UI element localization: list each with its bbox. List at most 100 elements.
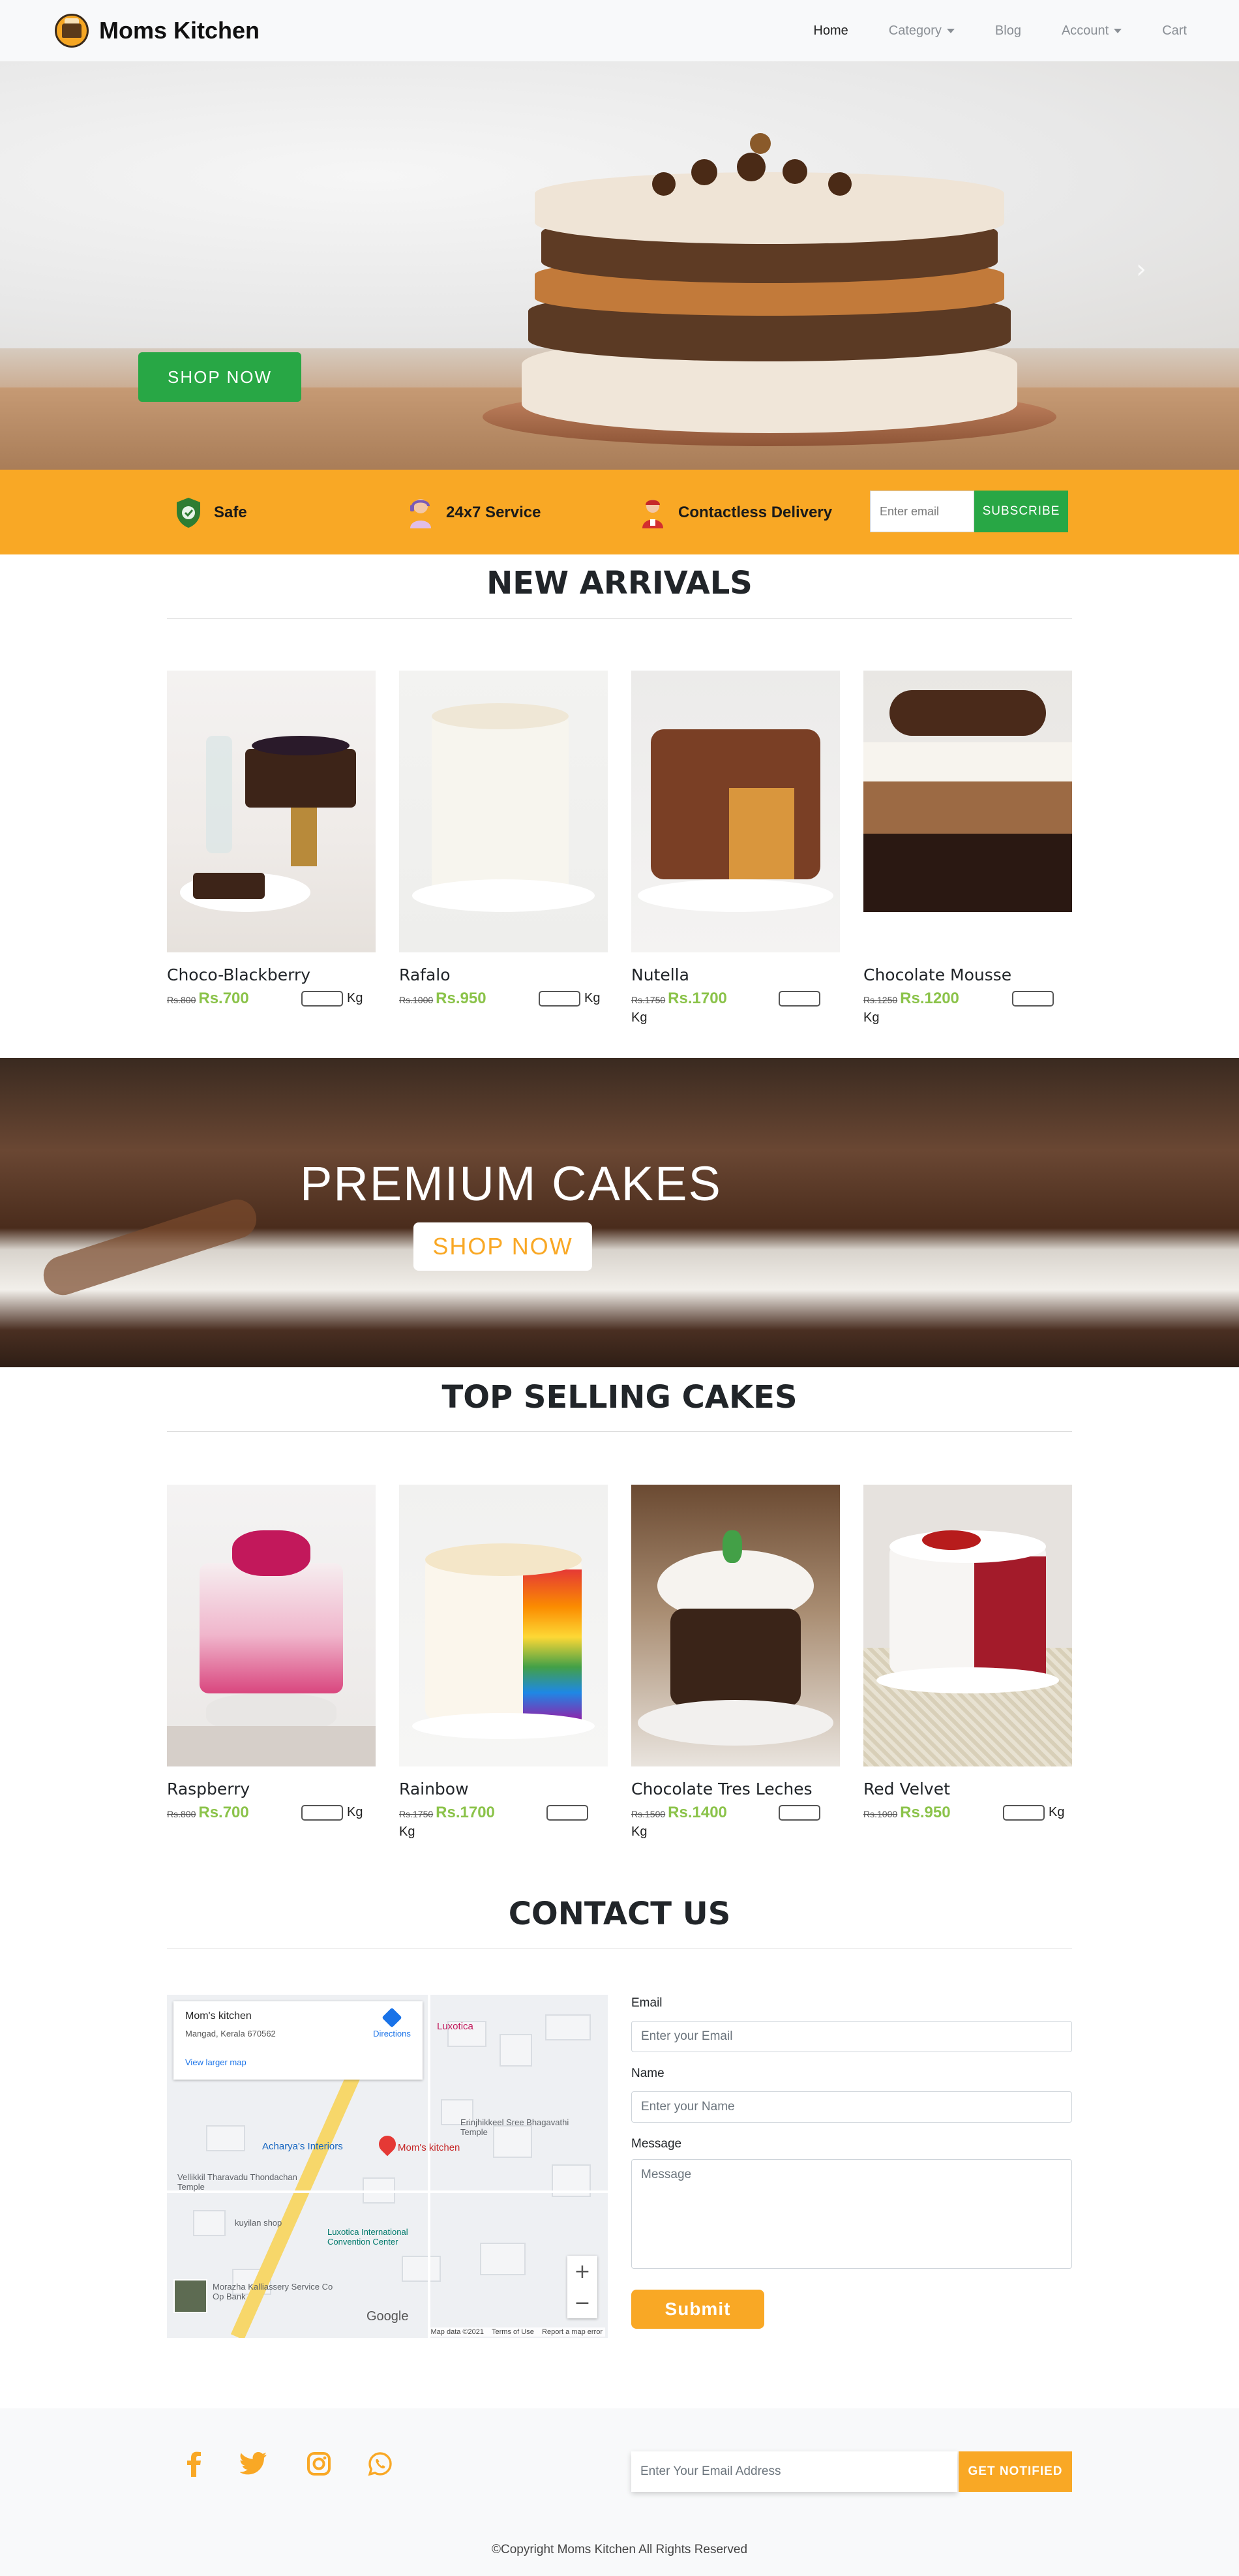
old-price: Rs.1750: [399, 1809, 434, 1819]
product-image[interactable]: [167, 671, 376, 952]
view-larger-map-link[interactable]: View larger map: [185, 2057, 246, 2067]
nav-cart[interactable]: Cart: [1162, 23, 1187, 38]
directions-button[interactable]: Directions: [369, 2007, 415, 2038]
map-label: Vellikkil Tharavadu Thondachan Temple: [177, 2172, 297, 2192]
price-row: Rs.1500 Rs.1400 Kg: [631, 1804, 840, 1839]
product-card[interactable]: Nutella Rs.1750 Rs.1700 Kg: [631, 671, 840, 1025]
twitter-icon[interactable]: [237, 2447, 270, 2480]
unit-label: Kg: [399, 1825, 415, 1839]
new-arrivals-title: NEW ARRIVALS: [486, 565, 753, 601]
quantity-input[interactable]: [301, 1805, 343, 1821]
quantity-input[interactable]: [779, 991, 820, 1007]
product-name: Chocolate Mousse: [863, 965, 1012, 984]
get-notified-button[interactable]: GET NOTIFIED: [959, 2451, 1072, 2492]
nav-account[interactable]: Account: [1062, 23, 1122, 38]
zoom-out-button[interactable]: −: [567, 2287, 597, 2318]
message-field[interactable]: Message: [631, 2159, 1072, 2269]
subscribe-button[interactable]: SUBSCRIBE: [974, 491, 1068, 532]
brand[interactable]: Moms Kitchen: [55, 13, 260, 48]
nav-cart-label: Cart: [1162, 23, 1187, 38]
price-row: Rs.1750 Rs.1700 Kg: [399, 1804, 608, 1839]
feature-safe: Safe: [172, 493, 247, 532]
name-placeholder: Enter your Name: [641, 2100, 735, 2114]
shield-check-icon: [172, 496, 205, 529]
price: Rs.950: [900, 1804, 951, 1821]
unit-label: Kg: [631, 1010, 648, 1025]
quantity-input[interactable]: [1003, 1805, 1045, 1821]
whatsapp-icon[interactable]: [364, 2447, 396, 2480]
product-image[interactable]: [399, 1485, 608, 1766]
quantity-input[interactable]: [539, 991, 580, 1007]
terms-link[interactable]: Terms of Use: [492, 2328, 534, 2336]
map-label: Acharya's Interiors: [262, 2141, 343, 2152]
product-card[interactable]: Rafalo Rs.1000 Rs.950 Kg: [399, 671, 608, 1009]
name-field[interactable]: Enter your Name: [631, 2091, 1072, 2123]
name-label: Name: [631, 2067, 664, 2080]
quantity-input[interactable]: [779, 1805, 820, 1821]
report-map-error-link[interactable]: Report a map error: [542, 2328, 603, 2336]
premium-title: PREMIUM CAKES: [300, 1157, 722, 1211]
nav-blog[interactable]: Blog: [995, 23, 1021, 38]
feature-delivery: Contactless Delivery: [636, 493, 832, 532]
product-card[interactable]: Choco-Blackberry Rs.800 Rs.700 Kg: [167, 671, 376, 1009]
quantity-input[interactable]: [301, 991, 343, 1007]
nav-home[interactable]: Home: [813, 23, 848, 38]
instagram-icon[interactable]: [303, 2447, 335, 2480]
hazelnut: [783, 159, 807, 184]
facebook-icon[interactable]: [177, 2447, 210, 2480]
nav-category[interactable]: Category: [889, 23, 955, 38]
chevron-right-icon[interactable]: ›: [1136, 254, 1146, 284]
message-label: Message: [631, 2137, 682, 2151]
old-price: Rs.1000: [399, 995, 434, 1005]
quantity-input[interactable]: [546, 1805, 588, 1821]
message-placeholder: Message: [641, 2168, 692, 2181]
product-image[interactable]: [863, 1485, 1072, 1766]
product-image[interactable]: [399, 671, 608, 952]
zoom-in-button[interactable]: +: [567, 2256, 597, 2287]
map-pin-icon[interactable]: [375, 2132, 400, 2157]
product-name: Rainbow: [399, 1780, 469, 1798]
nav-home-label: Home: [813, 23, 848, 38]
quantity-input[interactable]: [1012, 991, 1054, 1007]
email-field[interactable]: Enter your Email: [631, 2021, 1072, 2052]
nav-links: Home Category Blog Account Cart: [773, 0, 1187, 61]
price-row: Rs.800 Rs.700 Kg: [167, 990, 376, 1009]
unit-label: Kg: [584, 991, 601, 1005]
unit-label: Kg: [863, 1010, 880, 1025]
map-data-label: Map data ©2021: [430, 2328, 485, 2336]
product-image[interactable]: [863, 671, 1072, 952]
subscribe-email-input[interactable]: Enter email: [870, 491, 974, 532]
copyright-text: ©Copyright Moms Kitchen All Rights Reser…: [491, 2543, 748, 2556]
nav-category-label: Category: [888, 23, 942, 38]
price: Rs.1200: [900, 990, 959, 1007]
section-divider: [167, 618, 1072, 619]
price-row: Rs.1750 Rs.1700 Kg: [631, 990, 840, 1025]
brand-name: Moms Kitchen: [99, 17, 260, 44]
submit-button[interactable]: Submit: [631, 2290, 764, 2329]
map-label: Luxotica: [437, 2021, 473, 2032]
top-selling-title: TOP SELLING CAKES: [441, 1379, 798, 1416]
product-card[interactable]: Red Velvet Rs.1000 Rs.950 Kg: [863, 1485, 1072, 1823]
satellite-toggle[interactable]: [173, 2279, 207, 2313]
feature-service: 24x7 Service: [404, 493, 541, 532]
product-image[interactable]: [631, 671, 840, 952]
premium-shop-now-button[interactable]: SHOP NOW: [413, 1222, 592, 1271]
contact-title: CONTACT US: [508, 1896, 731, 1932]
product-card[interactable]: Chocolate Tres Leches Rs.1500 Rs.1400 Kg: [631, 1485, 840, 1839]
unit-label: Kg: [347, 991, 363, 1005]
google-logo: Google: [366, 2309, 409, 2324]
price: Rs.1700: [436, 1804, 495, 1821]
product-card[interactable]: Rainbow Rs.1750 Rs.1700 Kg: [399, 1485, 608, 1839]
hazelnut: [750, 133, 771, 154]
price: Rs.700: [198, 1804, 249, 1821]
notify-email-input[interactable]: Enter Your Email Address: [631, 2451, 957, 2492]
product-card[interactable]: Chocolate Mousse Rs.1250 Rs.1200 Kg: [863, 671, 1072, 1025]
navbar: Moms Kitchen Home Category Blog Account …: [0, 0, 1239, 61]
product-image[interactable]: [167, 1485, 376, 1766]
product-image[interactable]: [631, 1485, 840, 1766]
hero-shop-now-button[interactable]: SHOP NOW: [138, 352, 301, 402]
product-card[interactable]: Raspberry Rs.800 Rs.700 Kg: [167, 1485, 376, 1823]
google-map[interactable]: Mom's kitchen Luxotica Acharya's Interio…: [167, 1995, 608, 2338]
product-name: Raspberry: [167, 1780, 250, 1798]
footer: Enter Your Email Address GET NOTIFIED ©C…: [0, 2408, 1239, 2576]
